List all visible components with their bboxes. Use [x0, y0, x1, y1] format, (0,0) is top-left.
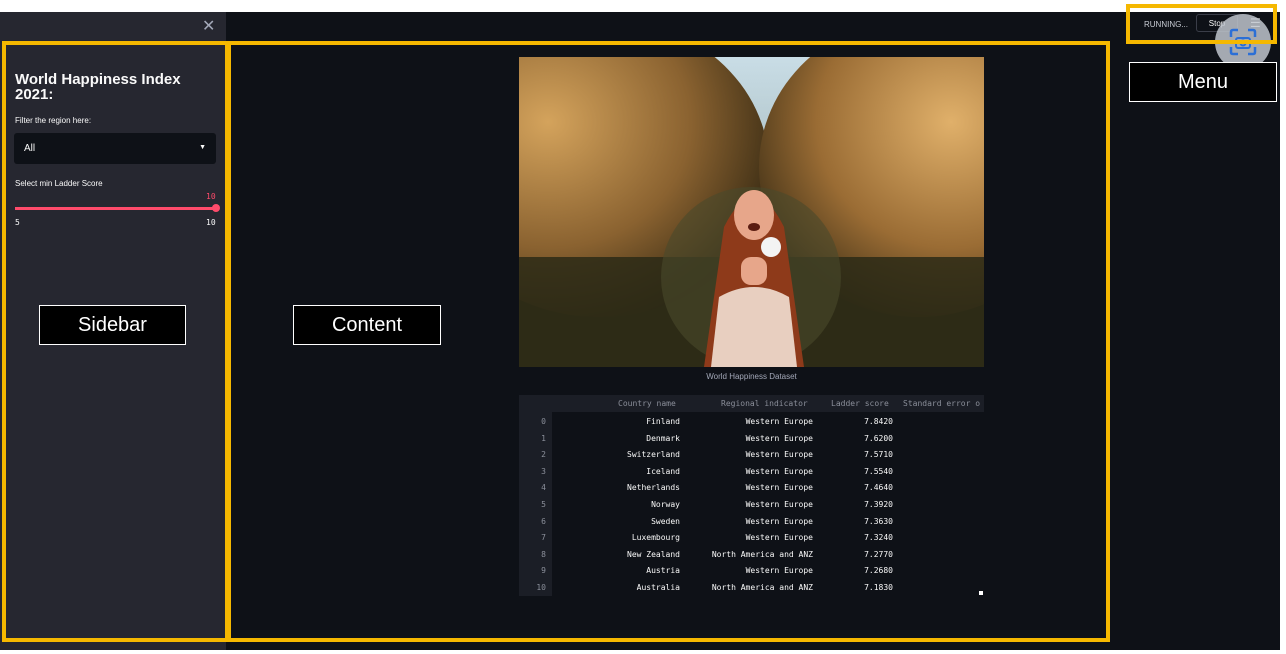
menu-highlight-box — [1126, 4, 1277, 44]
close-icon[interactable]: ✕ — [202, 16, 215, 36]
sidebar-annotation-label: Sidebar — [39, 305, 186, 345]
menu-annotation-label: Menu — [1129, 62, 1277, 102]
content-annotation-label: Content — [293, 305, 441, 345]
